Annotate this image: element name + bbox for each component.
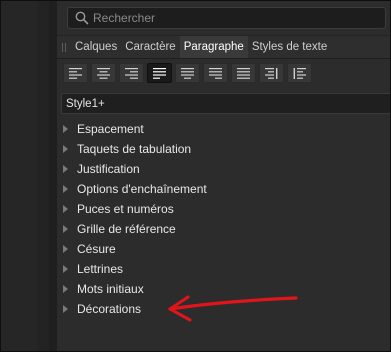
search-box[interactable] bbox=[67, 7, 386, 29]
vertical-scrollbar[interactable] bbox=[37, 1, 82, 351]
expand-arrow-icon bbox=[63, 205, 68, 213]
justify-full-button[interactable] bbox=[231, 63, 256, 83]
expand-arrow-icon bbox=[63, 305, 68, 313]
align-right-button[interactable] bbox=[119, 63, 144, 83]
paragraph-panel: Calques Caractère Paragraphe Styles de t… bbox=[57, 1, 390, 351]
align-towards-spine-button[interactable] bbox=[259, 63, 284, 83]
align-right-icon bbox=[125, 67, 138, 79]
section-label: Lettrines bbox=[77, 262, 124, 276]
section-label: Options d'enchaînement bbox=[77, 182, 207, 196]
section-label: Espacement bbox=[77, 122, 144, 136]
section-label: Justification bbox=[77, 162, 140, 176]
tab-calques[interactable]: Calques bbox=[71, 36, 121, 58]
section-label: Puces et numéros bbox=[77, 202, 174, 216]
tab-styles-de-texte[interactable]: Styles de texte bbox=[248, 36, 331, 58]
section-taquets-de-tabulation[interactable]: Taquets de tabulation bbox=[57, 139, 390, 159]
expand-arrow-icon bbox=[63, 245, 68, 253]
section-options-enchainement[interactable]: Options d'enchaînement bbox=[57, 179, 390, 199]
section-justification[interactable]: Justification bbox=[57, 159, 390, 179]
section-mots-initiaux[interactable]: Mots initiaux bbox=[57, 279, 390, 299]
expand-arrow-icon bbox=[63, 145, 68, 153]
paragraph-style-value: Style1+ bbox=[66, 97, 105, 110]
search-input[interactable] bbox=[91, 11, 385, 25]
section-grille-de-reference[interactable]: Grille de référence bbox=[57, 219, 390, 239]
expand-arrow-icon bbox=[63, 285, 68, 293]
section-label: Décorations bbox=[77, 302, 142, 316]
expand-arrow-icon bbox=[63, 125, 68, 133]
align-away-spine-button[interactable] bbox=[287, 63, 312, 83]
section-label: Grille de référence bbox=[77, 222, 176, 236]
expand-arrow-icon bbox=[63, 165, 68, 173]
app-window: Calques Caractère Paragraphe Styles de t… bbox=[0, 0, 391, 352]
section-label: Mots initiaux bbox=[77, 282, 144, 296]
section-lettrines[interactable]: Lettrines bbox=[57, 259, 390, 279]
panel-tab-bar: Calques Caractère Paragraphe Styles de t… bbox=[57, 35, 390, 59]
document-canvas-edge bbox=[1, 1, 37, 351]
align-center-icon bbox=[97, 67, 110, 79]
justify-center-button[interactable] bbox=[175, 63, 200, 83]
paragraph-style-select[interactable]: Style1+ bbox=[61, 93, 390, 114]
alignment-toolbar bbox=[63, 63, 315, 83]
justify-right-icon bbox=[209, 67, 222, 79]
align-away-spine-icon bbox=[293, 67, 306, 79]
justify-full-icon bbox=[237, 67, 250, 79]
justify-all-icon bbox=[153, 67, 166, 79]
expand-arrow-icon bbox=[63, 185, 68, 193]
align-towards-spine-icon bbox=[265, 67, 278, 79]
tab-caractere[interactable]: Caractère bbox=[121, 36, 180, 58]
section-decorations[interactable]: Décorations bbox=[57, 299, 390, 319]
section-label: Césure bbox=[77, 242, 116, 256]
justify-center-icon bbox=[181, 67, 194, 79]
align-left-button[interactable] bbox=[63, 63, 88, 83]
section-label: Taquets de tabulation bbox=[77, 142, 192, 156]
align-center-button[interactable] bbox=[91, 63, 116, 83]
section-espacement[interactable]: Espacement bbox=[57, 119, 390, 139]
drag-grip-icon[interactable] bbox=[57, 36, 71, 58]
justify-right-button[interactable] bbox=[203, 63, 228, 83]
justify-all-button[interactable] bbox=[147, 63, 172, 83]
align-left-icon bbox=[69, 67, 82, 79]
search-icon bbox=[75, 11, 89, 25]
section-list: Espacement Taquets de tabulation Justifi… bbox=[57, 119, 390, 319]
tab-paragraphe[interactable]: Paragraphe bbox=[179, 36, 248, 58]
panel-gutter bbox=[49, 1, 57, 351]
section-cesure[interactable]: Césure bbox=[57, 239, 390, 259]
expand-arrow-icon bbox=[63, 265, 68, 273]
section-puces-et-numeros[interactable]: Puces et numéros bbox=[57, 199, 390, 219]
expand-arrow-icon bbox=[63, 225, 68, 233]
